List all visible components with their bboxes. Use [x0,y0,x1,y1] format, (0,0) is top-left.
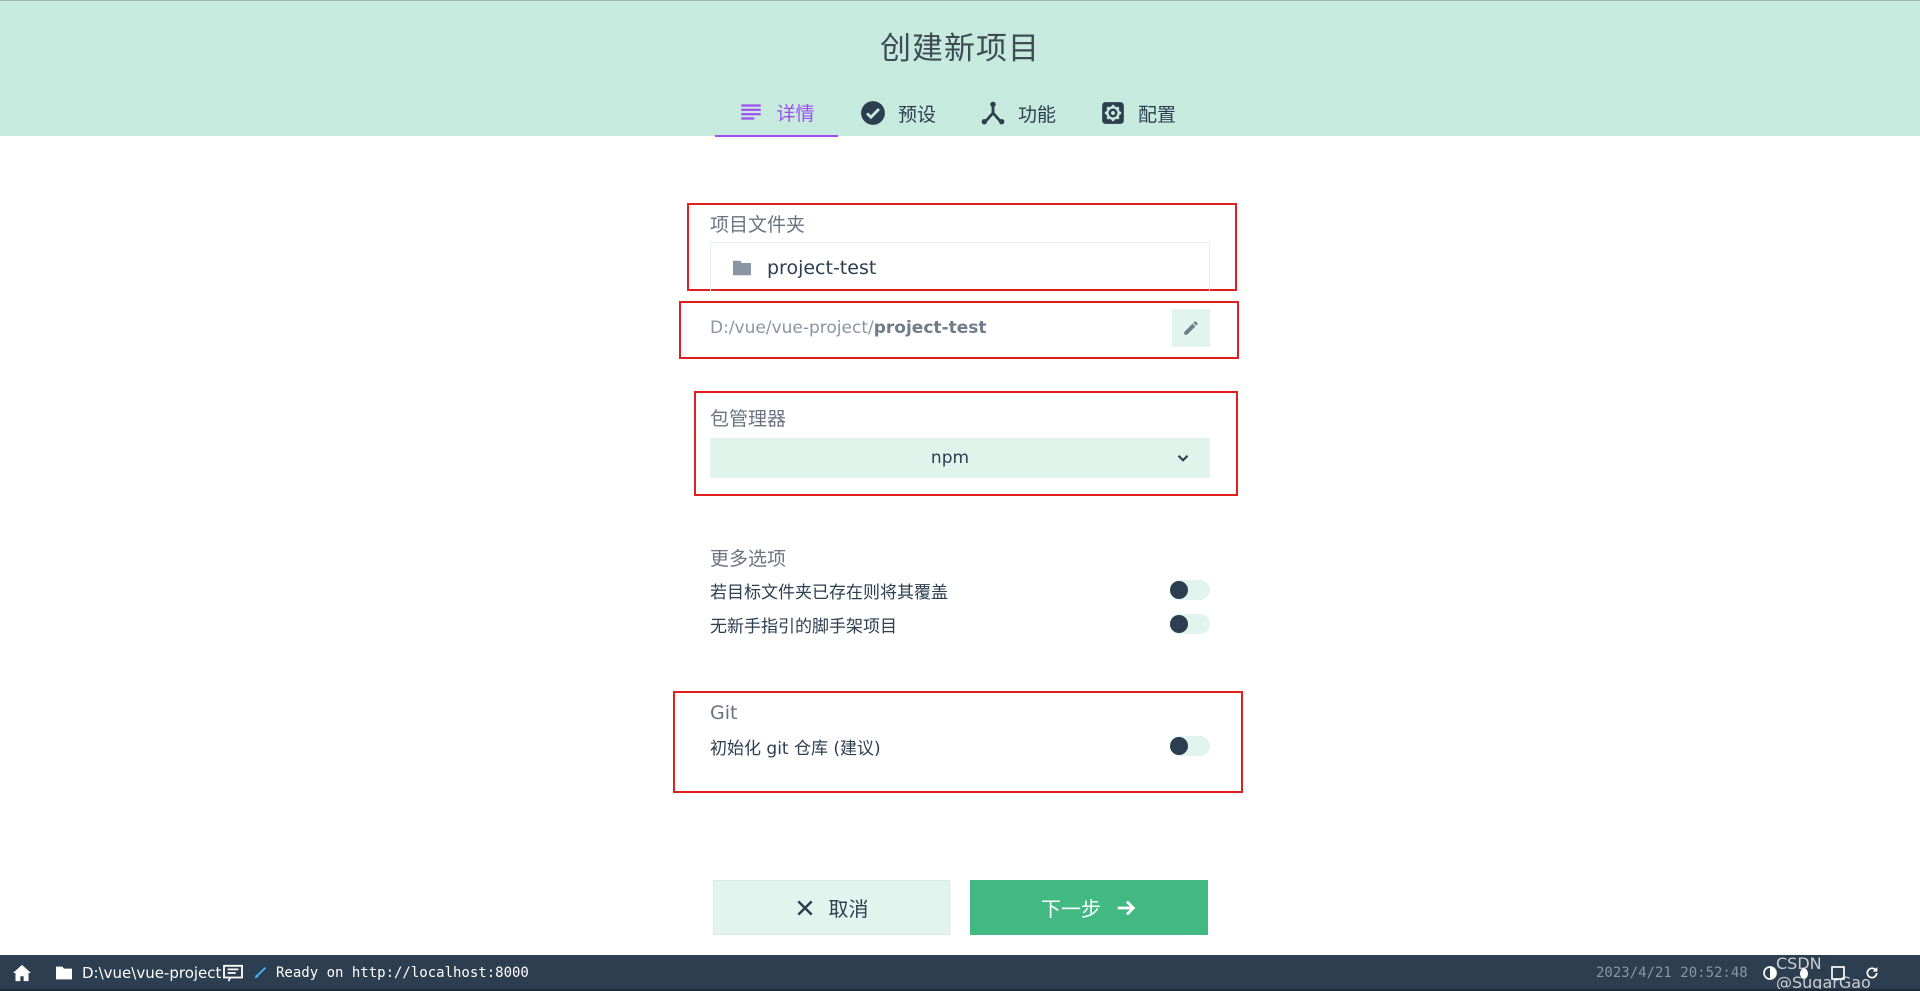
tab-label: 功能 [1018,103,1057,126]
option-skip-guide-row: 无新手指引的脚手架项目 [710,610,1210,638]
path-text: D:/vue/vue-project/project-test [710,318,986,338]
option-overwrite-label: 若目标文件夹已存在则将其覆盖 [710,582,948,603]
option-git-init-toggle[interactable] [1170,736,1210,756]
chevron-down-icon [1177,455,1189,462]
path-row: D:/vue/vue-project/project-test [710,306,1210,350]
next-label: 下一步 [1041,897,1101,921]
tab-label: 配置 [1138,103,1177,126]
tab-details[interactable]: 详情 [715,89,838,137]
path-prefix: D:/vue/vue-project/ [710,318,874,338]
arrow-right-icon [1117,900,1136,915]
header: 创建新项目 详情 预设 功能 配置 [0,0,1920,137]
tab-features[interactable]: 功能 [958,89,1078,137]
option-overwrite-toggle[interactable] [1170,580,1210,600]
home-icon [13,964,31,982]
toggle-knob [1170,737,1188,755]
package-manager-label: 包管理器 [710,408,787,430]
git-label: Git [710,702,738,724]
gear-icon [1102,102,1124,124]
watermark: CSDN @SugarGao [1776,954,1871,991]
edit-path-button[interactable] [1172,309,1210,347]
fork-icon [981,101,1005,125]
folder-icon [733,260,751,275]
list-icon [741,104,762,120]
option-git-init-label: 初始化 git 仓库 (建议) [710,738,881,759]
console-icon [223,964,243,982]
log-button[interactable]: Ready on http://localhost:8000 [222,955,529,991]
tab-label: 详情 [776,102,815,125]
option-overwrite-row: 若目标文件夹已存在则将其覆盖 [710,576,1210,604]
current-path-button[interactable]: D:\vue\vue-project [54,955,221,991]
package-manager-select[interactable]: npm [710,438,1210,478]
brush-icon [254,966,267,979]
tab-bar: 详情 预设 功能 配置 [715,89,1198,137]
current-path: D:\vue\vue-project [82,964,222,982]
option-skip-guide-toggle[interactable] [1170,614,1210,634]
tab-label: 预设 [898,103,937,126]
pencil-icon [1184,321,1198,335]
toggle-knob [1170,581,1188,599]
tab-config[interactable]: 配置 [1078,89,1198,137]
folder-label: 项目文件夹 [710,214,806,236]
log-message: Ready on http://localhost:8000 [276,965,529,981]
check-circle-icon [861,101,885,125]
package-manager-value: npm [930,448,970,468]
toggle-knob [1170,615,1188,633]
tab-presets[interactable]: 预设 [838,89,958,137]
folder-value: project-test [767,256,877,279]
page-title: 创建新项目 [880,31,1040,67]
option-skip-guide-label: 无新手指引的脚手架项目 [710,616,897,637]
option-git-init-row: 初始化 git 仓库 (建议) [710,732,1210,760]
cancel-label: 取消 [828,897,869,921]
more-options-label: 更多选项 [710,548,787,570]
path-folder: project-test [873,318,987,338]
status-bar: D:\vue\vue-project Ready on http://local… [0,954,1920,991]
home-button[interactable] [12,955,32,991]
folder-input[interactable]: project-test [710,242,1210,292]
close-icon [796,899,813,916]
status-time: 2023/4/21 20:52:48 [1596,965,1748,981]
next-button[interactable]: 下一步 [970,880,1208,935]
folder-icon [56,966,72,980]
cancel-button[interactable]: 取消 [713,880,950,935]
